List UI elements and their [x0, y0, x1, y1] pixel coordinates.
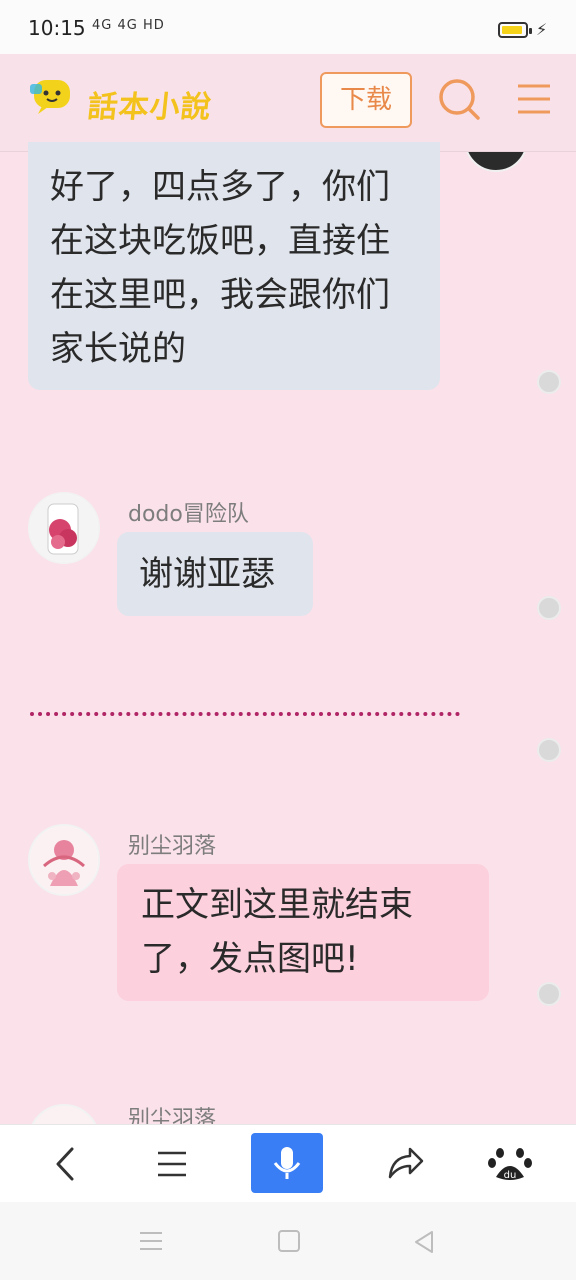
sender-name: dodo冒险队	[128, 502, 249, 527]
system-navigation-bar	[0, 1202, 576, 1280]
avatar[interactable]	[28, 824, 100, 896]
message-text: 好了，四点多了，你们在这块吃饭吧，直接住在这里吧，我会跟你们家长说的	[50, 167, 390, 369]
download-button[interactable]: 下载	[320, 72, 412, 128]
list-icon[interactable]	[136, 1125, 208, 1203]
status-bar: 10:15 4G 4G HD ⚡	[0, 0, 576, 54]
search-icon[interactable]	[436, 76, 482, 122]
battery-icon	[498, 22, 532, 38]
recent-apps-icon[interactable]	[136, 1228, 166, 1254]
message-action-dot[interactable]	[537, 596, 561, 620]
share-icon[interactable]	[368, 1125, 440, 1203]
sender-name: 别尘羽落	[128, 834, 217, 859]
message-action-dot[interactable]	[537, 738, 561, 762]
message-bubble: 正文到这里就结束了，发点图吧!	[117, 864, 489, 1001]
message-bubble: 好了，四点多了，你们在这块吃饭吧，直接住在这里吧，我会跟你们家长说的	[28, 142, 440, 390]
logo-text[interactable]: 話本小說	[86, 82, 215, 126]
svg-text:du: du	[504, 1170, 517, 1181]
logo-icon[interactable]	[30, 78, 74, 116]
avatar[interactable]	[464, 152, 528, 174]
status-time: 10:15	[28, 16, 86, 40]
message-text: 谢谢亚瑟	[139, 554, 275, 594]
avatar[interactable]	[28, 1104, 100, 1124]
back-icon[interactable]	[28, 1125, 100, 1203]
network-indicator: 4G 4G HD	[92, 18, 165, 33]
message-action-dot[interactable]	[537, 370, 561, 394]
message-text: 正文到这里就结束了，发点图吧!	[141, 885, 413, 979]
charging-icon: ⚡	[536, 20, 548, 39]
app-header: 話本小說 下载	[0, 54, 576, 152]
browser-toolbar: du	[0, 1124, 576, 1202]
back-nav-icon[interactable]	[410, 1228, 438, 1256]
avatar[interactable]	[28, 492, 100, 564]
voice-button[interactable]	[251, 1133, 323, 1193]
message-action-dot[interactable]	[537, 982, 561, 1006]
home-icon[interactable]	[276, 1228, 302, 1254]
message-bubble: 谢谢亚瑟	[117, 532, 313, 616]
sender-name-clip: 别尘羽落	[128, 1104, 328, 1124]
sender-name: 别尘羽落	[128, 1107, 217, 1124]
chapter-divider	[30, 712, 460, 716]
baidu-icon[interactable]: du	[474, 1125, 546, 1203]
microphone-icon	[273, 1147, 301, 1179]
menu-icon[interactable]	[514, 80, 554, 118]
